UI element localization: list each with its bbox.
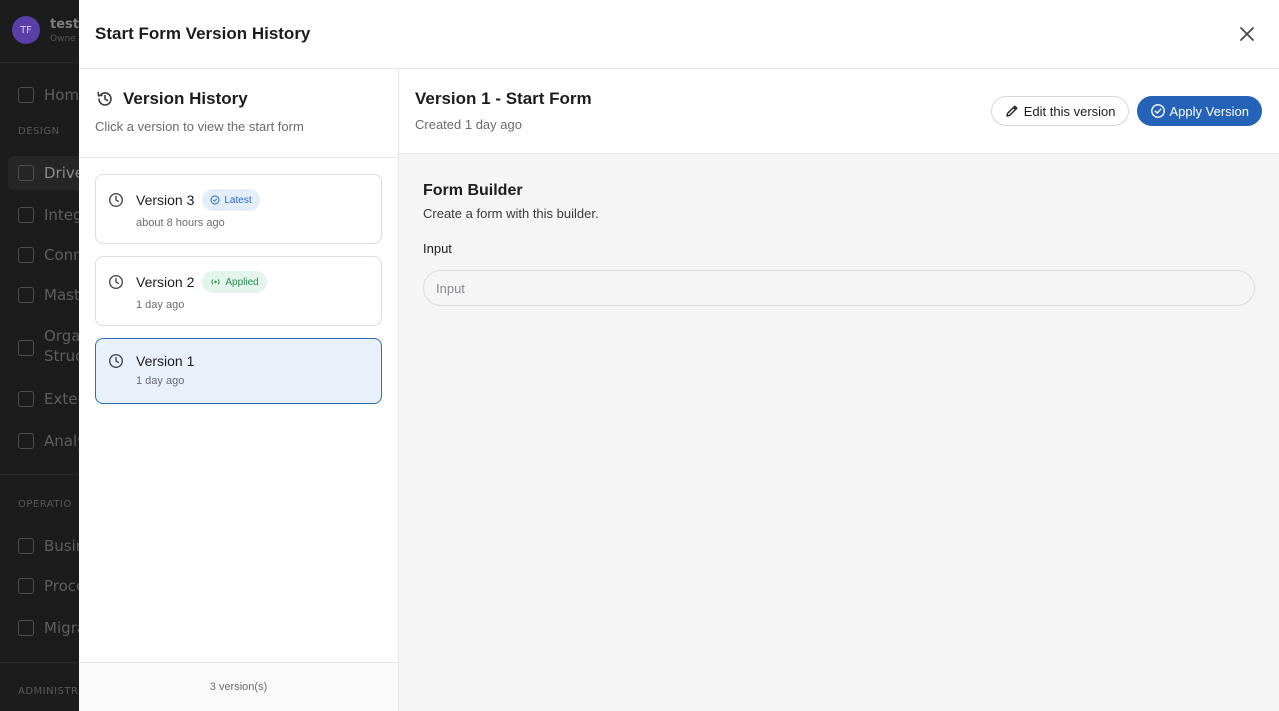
- apply-version-label: Apply Version: [1169, 103, 1250, 119]
- close-button[interactable]: [1235, 22, 1259, 46]
- version-actions: Edit this version Apply Version: [990, 96, 1262, 126]
- sidebar-item-label: Mast: [44, 286, 79, 304]
- clock-icon: [108, 274, 124, 290]
- version-list-pane: Version History Click a version to view …: [79, 69, 399, 711]
- user-name: testi: [50, 16, 79, 32]
- grid-icon: [18, 207, 34, 223]
- badge-label: Applied: [225, 276, 259, 288]
- sidebar-item-process: Proce: [18, 577, 79, 595]
- sidebar-item-label: Drive: [44, 164, 79, 182]
- sidebar-item-label: Busin: [44, 537, 79, 555]
- edit-version-button[interactable]: Edit this version: [990, 96, 1129, 126]
- sidebar-item-master: Mast: [18, 286, 79, 304]
- sidebar-item-label: Conn: [44, 246, 79, 264]
- workflow-icon: [18, 538, 34, 554]
- sidebar-item-external: Exter: [18, 390, 79, 408]
- version-history-modal: Start Form Version History Version Histo…: [79, 0, 1279, 711]
- divider: [0, 62, 79, 63]
- section-operations: OPERATIO: [18, 499, 72, 510]
- version-time: about 8 hours ago: [136, 217, 225, 229]
- version-list: Version 3 Latest about 8 hours ago Versi…: [79, 158, 398, 404]
- background-sidebar: TF testi Owne Hom DESIGN Drive Integ Con…: [0, 0, 79, 711]
- sidebar-item-label: Exter: [44, 390, 79, 408]
- version-card-1[interactable]: Version 1 1 day ago: [95, 338, 382, 404]
- sidebar-item-home: Hom: [18, 86, 79, 104]
- cloud-icon: [18, 247, 34, 263]
- user-role: Owne: [50, 33, 76, 44]
- version-detail-pane: Version 1 - Start Form Created 1 day ago…: [399, 69, 1279, 711]
- sidebar-item-label: Analy: [44, 432, 79, 450]
- divider: [0, 474, 79, 475]
- input-field[interactable]: [423, 270, 1255, 306]
- avatar: TF: [12, 16, 40, 44]
- document-icon: [18, 391, 34, 407]
- home-icon: [18, 87, 34, 103]
- chart-icon: [18, 433, 34, 449]
- section-design: DESIGN: [18, 126, 60, 137]
- sidebar-item-label: Integ: [44, 206, 79, 224]
- version-history-title: Version History: [123, 89, 248, 108]
- arrows-icon: [18, 620, 34, 636]
- section-admin: ADMINISTR: [18, 686, 79, 697]
- sidebar-item-label: Struc: [44, 347, 79, 365]
- pencil-icon: [1006, 105, 1018, 117]
- folder-icon: [18, 165, 34, 181]
- close-icon: [1240, 27, 1254, 41]
- version-name: Version 2: [136, 274, 195, 290]
- version-history-subtitle: Click a version to view the start form: [95, 119, 304, 134]
- modal-header: Start Form Version History: [79, 0, 1279, 69]
- sidebar-item-label: Migra: [44, 619, 79, 637]
- check-circle-icon: [210, 195, 220, 205]
- user-profile: TF testi Owne: [12, 16, 79, 44]
- version-name: Version 3: [136, 192, 195, 208]
- radio-signal-icon: [211, 279, 220, 285]
- form-preview: Form Builder Create a form with this bui…: [399, 154, 1279, 306]
- clock-icon: [108, 192, 124, 208]
- sidebar-item-organization: Orga Struc: [18, 326, 79, 366]
- modal-title: Start Form Version History: [95, 24, 311, 43]
- building-icon: [18, 340, 34, 356]
- sidebar-item-analytics: Analy: [18, 432, 79, 450]
- version-name: Version 1: [136, 353, 195, 369]
- input-field-label: Input: [423, 241, 452, 256]
- form-description: Create a form with this builder.: [423, 206, 599, 221]
- version-detail-header: Version 1 - Start Form Created 1 day ago…: [399, 69, 1279, 154]
- sidebar-item-business: Busin: [18, 537, 79, 555]
- form-title: Form Builder: [423, 182, 523, 199]
- apply-version-button[interactable]: Apply Version: [1136, 96, 1262, 126]
- badge-label: Latest: [224, 194, 252, 206]
- clock-icon: [108, 353, 124, 369]
- version-card-2[interactable]: Version 2 Applied 1 day ago: [95, 256, 382, 326]
- sidebar-item-label: Hom: [44, 86, 79, 104]
- sidebar-item-label: Proce: [44, 577, 79, 595]
- divider: [0, 662, 79, 663]
- edit-version-label: Edit this version: [1023, 103, 1116, 119]
- sidebar-item-label: Orga: [44, 327, 79, 345]
- version-list-header: Version History Click a version to view …: [79, 69, 398, 158]
- version-time: 1 day ago: [136, 299, 185, 311]
- sidebar-item-drive: Drive: [18, 164, 79, 182]
- latest-badge: Latest: [202, 189, 260, 211]
- sidebar-item-connectors: Conn: [18, 246, 79, 264]
- sidebar-item-integrations: Integ: [18, 206, 79, 224]
- process-icon: [18, 578, 34, 594]
- database-icon: [18, 287, 34, 303]
- version-time: 1 day ago: [136, 375, 185, 387]
- version-count: 3 version(s): [79, 662, 398, 711]
- sidebar-item-migrate: Migra: [18, 619, 79, 637]
- check-circle-icon: [1150, 104, 1165, 118]
- version-card-3[interactable]: Version 3 Latest about 8 hours ago: [95, 174, 382, 244]
- applied-badge: Applied: [202, 271, 267, 293]
- history-icon: [97, 91, 112, 106]
